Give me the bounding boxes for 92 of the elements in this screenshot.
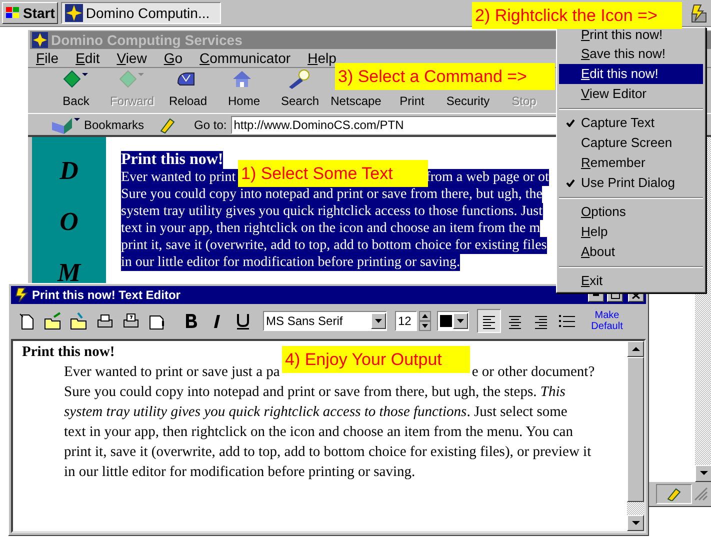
menu-item[interactable]: Help (308, 48, 336, 68)
scroll-down-button[interactable] (695, 465, 711, 482)
toolbar-button[interactable]: Netscape (328, 92, 384, 110)
bookmarks-button[interactable]: Bookmarks (50, 116, 144, 134)
down-arrow-icon (419, 321, 431, 331)
selected-text: text in your app, then rightclick on the icon and choose an item from the m (121, 220, 540, 237)
down-arrow-icon (700, 471, 708, 476)
toolbar-button[interactable]: Back (48, 69, 104, 110)
callout-label: 3) Select a Command => (335, 63, 555, 90)
pen-icon (666, 487, 682, 501)
open-folder-icon (44, 312, 62, 330)
page-heading: Print this now! (121, 151, 224, 169)
editor-text: Sure you could copy into notepad and print or save from there, but ugh, the steps. This (64, 383, 566, 402)
logo-letter: O (60, 208, 78, 235)
menu-item[interactable]: Save this now! (559, 44, 703, 64)
check-icon (566, 179, 574, 187)
editor-heading: Print this now! (22, 343, 115, 362)
windows-logo-icon (5, 6, 21, 20)
menu-item[interactable]: Help (559, 222, 703, 242)
scroll-up-button[interactable] (627, 341, 644, 357)
up-arrow-icon (419, 311, 431, 321)
goto-label: Go to: (194, 116, 227, 134)
toolbar-button[interactable]: Print (384, 92, 440, 110)
sparkle-icon (32, 32, 48, 48)
make-default-link[interactable]: Make Default (587, 310, 627, 332)
font-dropdown[interactable]: MS Sans Serif (263, 311, 387, 331)
toolbar-button[interactable]: Home (216, 69, 272, 110)
toolbar-button[interactable]: Reload (160, 69, 216, 110)
editor-text: text in your app, then rightclick on the icon and choose an item from the menu. You can (64, 423, 573, 442)
scroll-down-button[interactable] (627, 515, 644, 531)
taskbar-button[interactable]: Domino Computin... (60, 2, 221, 24)
editor-text: in our little editor for modification before printing or saving. (64, 463, 416, 482)
align-right-icon (533, 313, 549, 329)
logo-letter: D (60, 158, 78, 184)
menu-item[interactable]: File (36, 48, 59, 68)
logo-letter: M (57, 260, 81, 286)
print-icon (96, 312, 114, 330)
pen-icon (158, 116, 176, 134)
spin-button[interactable] (419, 311, 431, 331)
menu-item[interactable]: Exit (559, 271, 703, 291)
new-page-icon (18, 312, 36, 330)
book-icon (50, 116, 80, 134)
selected-text: system tray utility gives you quick rightclick access to those functions. Just (121, 203, 542, 220)
menu-item[interactable]: View Editor (559, 84, 703, 104)
menu-item[interactable]: About (559, 242, 703, 262)
color-dropdown[interactable] (437, 311, 469, 331)
selected-text: in our little editor for modification before printing or saving. (121, 254, 460, 271)
editor-text: e or other document? (472, 363, 595, 382)
size-field[interactable]: 12 (395, 311, 417, 331)
caret-icon (375, 319, 382, 323)
check-icon (566, 119, 574, 127)
folder-icon (70, 312, 88, 330)
window-title: Domino Computing Services (51, 30, 242, 50)
scrollbar[interactable] (627, 341, 644, 531)
menu-item[interactable]: Use Print Dialog (559, 173, 703, 193)
selected-text: Ever wanted to print (121, 169, 236, 186)
align-center-icon (507, 313, 523, 329)
editor-text: system tray utility gives you quick rightclick access to those functions. Just select some (64, 403, 568, 422)
menu-item[interactable]: Remember (559, 153, 703, 173)
down-arrow-icon (632, 520, 640, 526)
selected-text: Sure you could copy into notepad and print or save from there, but ugh, the (121, 186, 542, 203)
scroll-thumb[interactable] (627, 357, 644, 502)
lightning-icon (13, 287, 29, 303)
editor-text: Ever wanted to print or save just a pa (64, 363, 280, 382)
align-left-button[interactable] (477, 309, 501, 333)
align-left-icon (481, 313, 497, 329)
up-arrow-icon (632, 346, 640, 352)
print-preview-icon (122, 312, 140, 330)
editor-text: print it, save it (overwrite, add to top, add to bottom choice for existing files), or preview it (64, 443, 592, 462)
toolbar-button[interactable]: Search (272, 69, 328, 110)
menu-item[interactable]: Capture Screen (559, 133, 703, 153)
resize-grip-icon (694, 487, 708, 501)
menu-item[interactable]: View (116, 48, 147, 68)
underline-icon (234, 312, 252, 330)
caret-icon (457, 319, 464, 323)
selected-text: print it, save it (overwrite, add to top, add to bottom choice for existing files (121, 237, 547, 254)
menu-item[interactable]: Communicator (200, 48, 291, 68)
sparkle-icon (64, 4, 83, 22)
menu-item[interactable]: Options (559, 202, 703, 222)
menu-item[interactable]: Edit this now! (559, 64, 703, 84)
menu-item[interactable]: Go (164, 48, 183, 68)
bullet-list-icon (558, 313, 576, 329)
minimize-icon (593, 294, 599, 296)
window-title: Print this now! Text Editor (32, 287, 182, 304)
swatch-icon (440, 315, 452, 327)
menu-item[interactable]: Print this now! (559, 29, 703, 44)
menu-item[interactable]: Edit (76, 48, 100, 68)
callout-label: 1) Select Some Text (238, 160, 428, 187)
callout-label: 4) Enjoy Your Output (282, 346, 470, 373)
toolbar-button[interactable]: Security (440, 92, 496, 110)
callout-label: 2) Rightclick the Icon => (472, 2, 682, 29)
start-button[interactable]: Start (2, 2, 58, 24)
